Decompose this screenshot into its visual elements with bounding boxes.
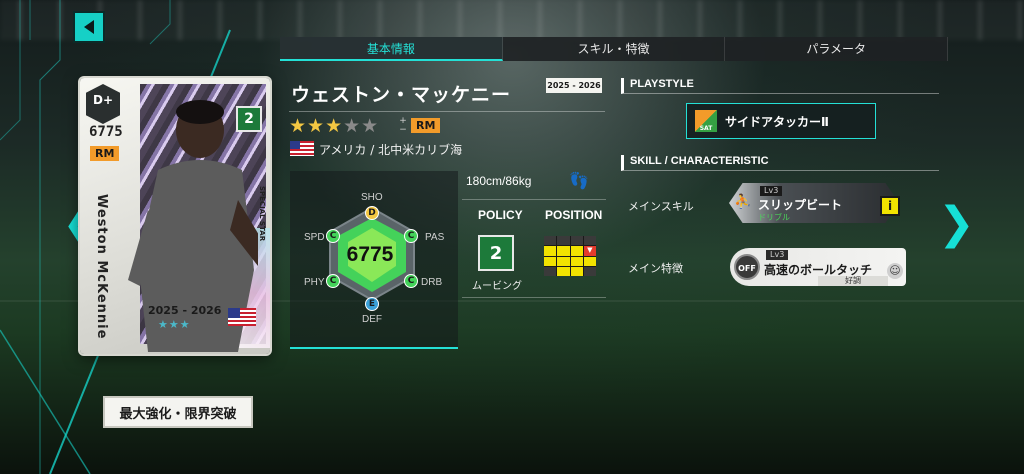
stat-label-pas: PAS [425,232,445,243]
card-rank-badge: D+ [86,84,120,124]
chevron-right-icon: ❯ [938,198,975,249]
tab-bar: 基本情報 スキル・特徴 パラメータ [280,37,949,61]
divider [462,199,606,200]
main-skill-label: メインスキル [628,200,694,213]
card-player-name: Weston McKennie [94,194,109,340]
stat-grade-drb: C [404,274,418,288]
tab-skills[interactable]: スキル・特徴 [503,37,726,61]
us-flag-icon [290,141,314,156]
smiley-icon: ☺ [887,263,903,279]
stat-label-phy: PHY [304,277,325,288]
policy-label: ムービング [472,281,522,292]
trait-condition: 好調 [818,276,888,286]
footprint-icon: 👣 [569,171,589,190]
playstyle-icon: SAT [695,110,717,132]
height-weight: 180cm/86kg [466,174,532,188]
stat-label-sho: SHO [361,192,383,203]
skill-category: ドリブル [758,213,790,222]
position-badge: RM [411,118,441,133]
card-stars: ★★★ [158,318,191,331]
skill-name: スリップビート [758,198,843,212]
tab-basic-info[interactable]: 基本情報 [280,37,503,61]
nationality: アメリカ / 北中米カリブ海 [319,143,463,157]
position-map: ▼ [544,236,596,276]
position-heading: POSITION [545,208,603,222]
back-arrow-icon [84,20,94,34]
trait-off-icon: OFF [734,254,760,280]
divider [289,111,605,112]
stat-label-def: DEF [362,314,382,325]
stat-grade-spd: C [326,229,340,243]
card-position-badge: RM [90,146,120,161]
card-policy-icon: 2 [236,106,262,132]
policy-icon: 2 [478,235,514,271]
rarity-adjust-icon: + − [399,116,407,135]
next-player-button[interactable]: ❯ [938,196,975,252]
playstyle-heading: PLAYSTYLE [621,78,939,94]
rarity-stars: ★★★★★ [289,115,379,137]
stat-label-drb: DRB [421,277,443,288]
stat-grade-sho: D [365,206,379,220]
main-trait-label: メイン特徴 [628,262,683,275]
back-button[interactable] [73,11,105,43]
skill-type-icon: i [880,196,900,216]
card-season: 2025 - 2026 [148,304,222,317]
us-flag-icon [228,308,256,326]
skill-heading: SKILL / CHARACTERISTIC [621,155,939,171]
card-overall: 6775 [89,124,123,140]
stadium-background [0,0,1024,40]
stat-grade-phy: C [326,274,340,288]
max-enhance-button[interactable]: 最大強化・限界突破 [103,396,253,428]
tab-parameters[interactable]: パラメータ [725,37,949,61]
divider [462,297,606,298]
rarity-stars-empty: ★★ [343,115,380,137]
prev-player-button[interactable]: ❮ [62,196,99,252]
player-card[interactable]: D+ 6775 RM Weston McKennie SPECIAL STAR … [80,78,270,354]
stat-grade-def: E [365,297,379,311]
stat-label-spd: SPD [304,232,325,243]
dribble-player-icon: ⛹ [734,194,752,210]
playstyle-card[interactable]: SAT サイドアタッカーⅡ [686,103,876,139]
rarity-stars-filled: ★★★ [289,115,344,137]
player-name: ウェストン・マッケニー [291,84,512,106]
card-special-label: SPECIAL STAR [258,186,266,242]
overall-rating: 6775 [346,243,394,266]
trait-level: Lv3 [766,250,789,260]
policy-heading: POLICY [478,208,523,222]
skill-level: Lv3 [760,186,783,196]
stat-grade-pas: C [404,229,418,243]
playstyle-label: サイドアタッカーⅡ [725,114,829,129]
season-badge: 2025 - 2026 [546,78,602,93]
